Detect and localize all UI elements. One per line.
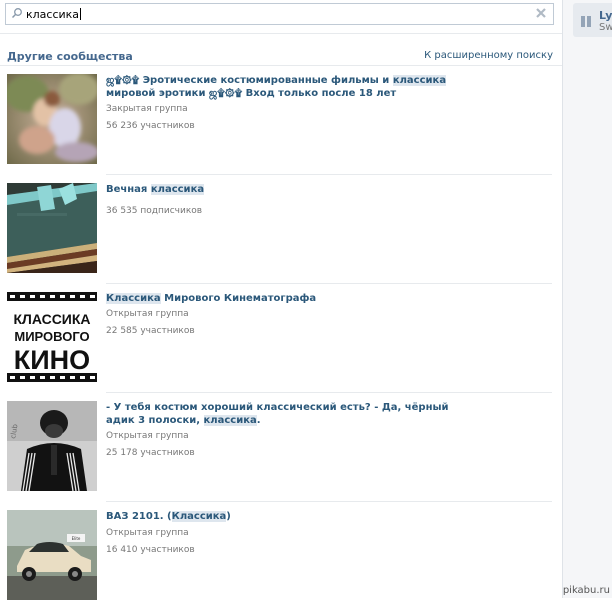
- close-icon[interactable]: [534, 6, 548, 20]
- advanced-search-link[interactable]: К расширенному поиску: [424, 50, 553, 61]
- community-avatar[interactable]: Elite: [7, 510, 97, 600]
- community-title[interactable]: ஜ۩۞۩ Эротические костюмированные фильмы …: [106, 74, 461, 100]
- search-icon: [11, 8, 22, 19]
- list-item[interactable]: club - У тебя костюм хороший классически…: [0, 393, 562, 502]
- tracksuit-man-photo: club: [7, 401, 97, 491]
- community-avatar[interactable]: [7, 74, 97, 164]
- member-count: 25 178 участников: [106, 448, 195, 458]
- watermark: pikabu.ru: [562, 585, 610, 596]
- main-content: классика Другие сообщества К расширенном…: [0, 0, 562, 600]
- list-item[interactable]: Elite ВАЗ 2101. (Классика) Открытая груп…: [0, 502, 562, 611]
- community-type: Открытая группа: [106, 431, 189, 441]
- community-title[interactable]: Классика Мирового Кинематографа: [106, 292, 461, 305]
- member-count: 56 236 участников: [106, 121, 195, 131]
- list-item[interactable]: КЛАССИКА МИРОВОГО КИНО Классика Мирового…: [0, 284, 562, 393]
- community-avatar[interactable]: [7, 183, 97, 273]
- logo-line-1: КЛАССИКА: [13, 311, 90, 327]
- list-item[interactable]: ஜ۩۞۩ Эротические костюмированные фильмы …: [0, 66, 562, 175]
- vaz-car-photo: Elite: [7, 510, 97, 600]
- audio-player[interactable]: Ly Sw: [573, 3, 612, 37]
- section-title: Другие сообщества: [7, 50, 133, 63]
- svg-text:Elite: Elite: [72, 536, 81, 541]
- community-title[interactable]: Вечная классика: [106, 183, 461, 196]
- right-panel: [563, 0, 612, 598]
- community-title[interactable]: ВАЗ 2101. (Классика): [106, 510, 461, 523]
- player-track-title: Ly: [599, 9, 612, 22]
- member-count: 22 585 участников: [106, 326, 195, 336]
- community-type: Открытая группа: [106, 528, 189, 538]
- logo-line-2: МИРОВОГО: [14, 329, 89, 344]
- old-books-photo: [7, 183, 97, 273]
- community-avatar[interactable]: КЛАССИКА МИРОВОГО КИНО: [7, 292, 97, 382]
- community-type: Закрытая группа: [106, 104, 188, 114]
- community-title[interactable]: - У тебя костюм хороший классический ест…: [106, 401, 461, 427]
- search-input[interactable]: классика: [5, 3, 554, 25]
- logo-line-3: КИНО: [14, 345, 90, 375]
- romantic-couple-photo: [7, 74, 97, 164]
- member-count: 16 410 участников: [106, 545, 195, 555]
- member-count: 36 535 подписчиков: [106, 206, 203, 216]
- player-track-artist: Sw: [599, 22, 612, 33]
- search-value[interactable]: классика: [26, 8, 82, 21]
- list-item[interactable]: Вечная классика 36 535 подписчиков: [0, 175, 562, 284]
- film-logo: КЛАССИКА МИРОВОГО КИНО: [7, 292, 97, 382]
- pause-icon[interactable]: [581, 16, 592, 27]
- community-avatar[interactable]: club: [7, 401, 97, 491]
- community-type: Открытая группа: [106, 309, 189, 319]
- divider: [0, 33, 562, 34]
